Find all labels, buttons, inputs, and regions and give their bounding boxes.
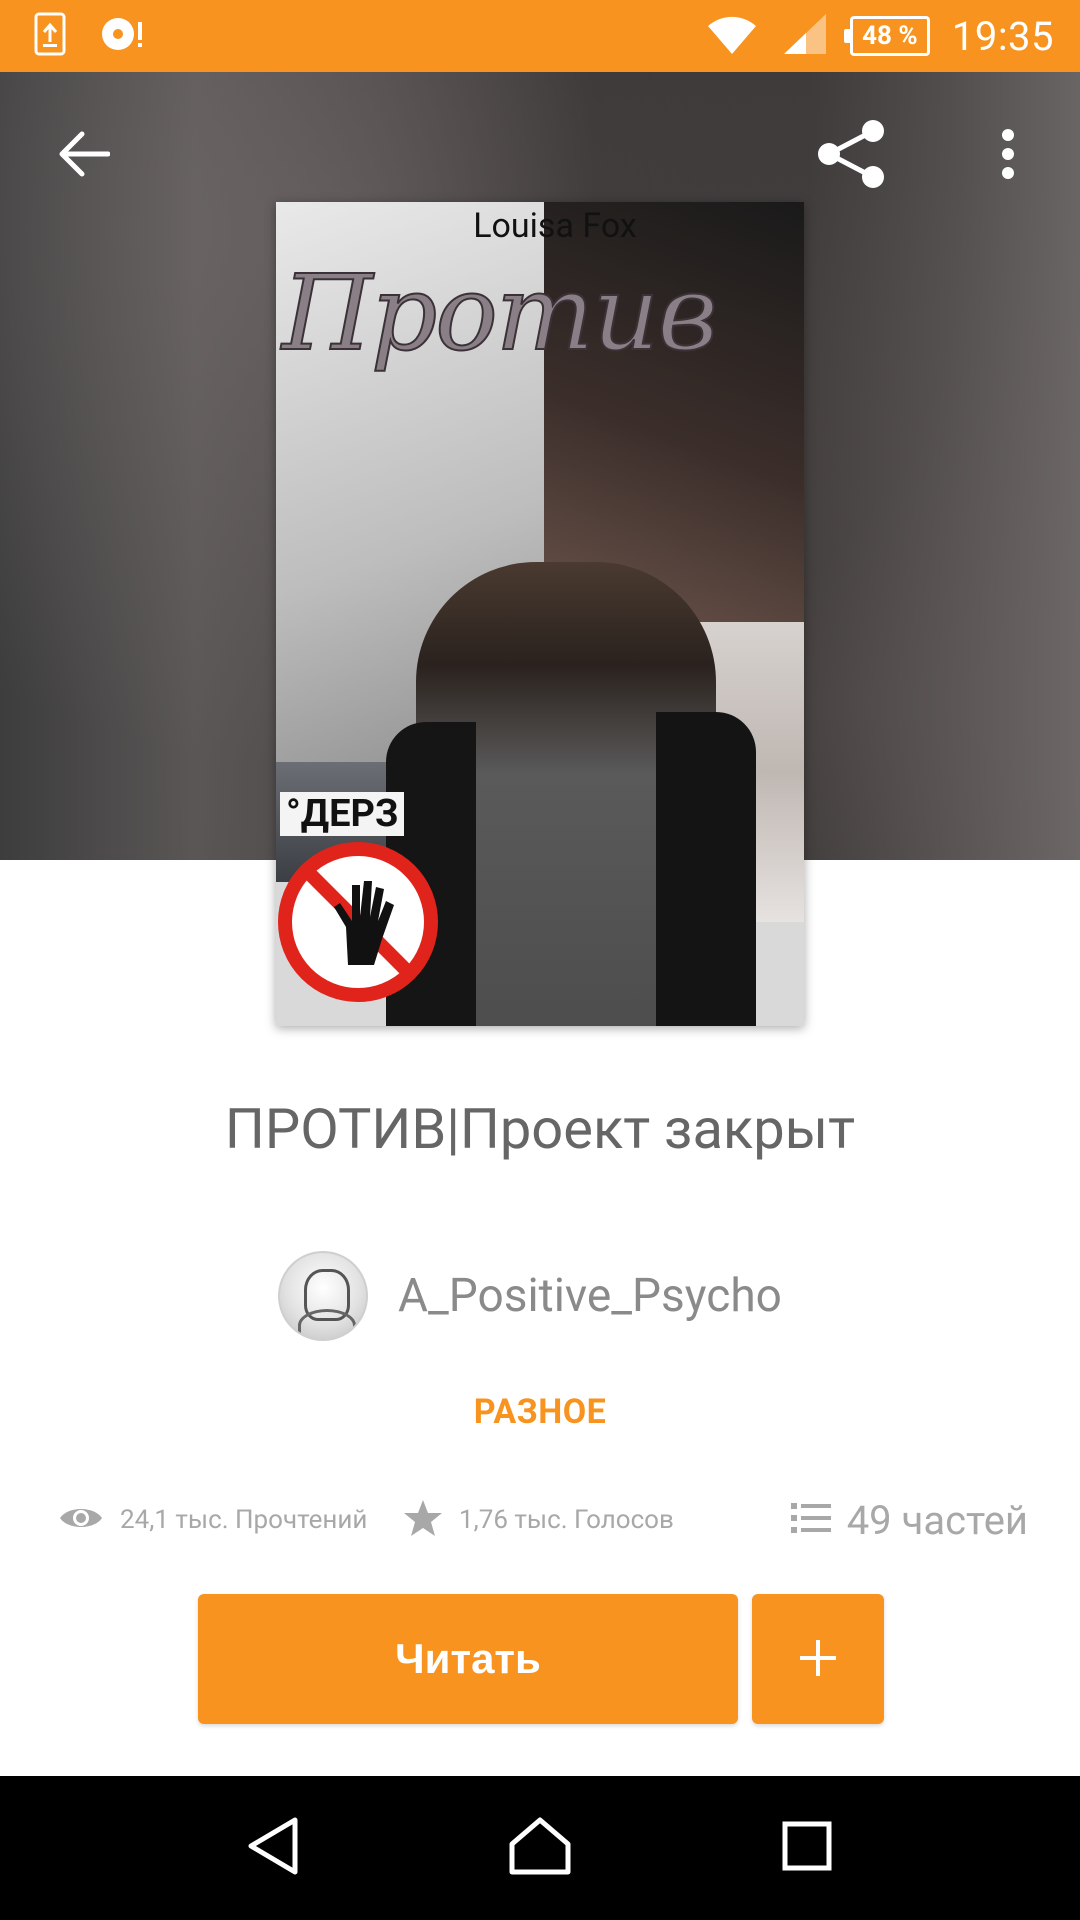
author-avatar[interactable] [278,1251,368,1341]
reads-stat: 24,1 тыс. Прочтений [58,1503,403,1537]
book-cover[interactable]: Louisa Fox Против °ДЕРЗ [276,202,804,1026]
arrow-left-icon [58,130,111,182]
triangle-back-icon [245,1816,301,1880]
share-icon [815,117,889,195]
category-label[interactable]: РАЗНОЕ [0,1392,1080,1432]
parts-stat[interactable]: 49 частей [790,1496,1028,1544]
votes-stat: 1,76 тыс. Голосов [403,1499,755,1541]
more-vertical-icon [1000,128,1016,184]
nav-recents-button[interactable] [752,1793,862,1903]
status-left-icons [34,12,146,60]
upload-notification-icon [34,12,66,60]
cover-art-jacket-right [656,712,756,1026]
star-icon [403,1499,443,1541]
cover-title-text: Против [281,251,719,375]
add-to-library-button[interactable] [752,1594,884,1724]
list-icon [790,1501,831,1539]
media-notification-icon [100,14,146,58]
status-right-area: 48 % 19:35 [704,10,1054,62]
book-title: ПРОТИВ|Проект закрыт [224,1096,856,1162]
parts-count: 49 частей [846,1496,1028,1544]
plus-icon [798,1638,838,1681]
system-navigation-bar [0,1776,1080,1920]
square-recents-icon [781,1820,833,1876]
stop-sign-icon [278,842,438,1002]
reads-count: 24,1 тыс. Прочтений [120,1505,368,1535]
back-button[interactable] [36,108,132,204]
stats-row: 24,1 тыс. Прочтений 1,76 тыс. Голосов 49… [58,1492,1028,1548]
action-buttons: Читать [198,1594,884,1724]
eye-icon [58,1503,104,1537]
battery-level: 48 % [862,21,918,51]
cell-signal-icon [782,12,828,60]
wifi-icon [704,12,760,60]
share-button[interactable] [804,108,900,204]
nav-home-button[interactable] [485,1793,595,1903]
read-button[interactable]: Читать [198,1594,738,1724]
home-icon [508,1816,572,1880]
status-bar: 48 % 19:35 [0,0,1080,72]
author-row[interactable]: A_Positive_Psycho [278,1248,782,1344]
author-name[interactable]: A_Positive_Psycho [398,1269,782,1323]
cover-author-text: Louisa Fox [473,206,637,246]
nav-back-button[interactable] [218,1793,328,1903]
votes-count: 1,76 тыс. Голосов [459,1505,674,1535]
clock: 19:35 [951,12,1054,60]
more-options-button[interactable] [960,108,1056,204]
cover-sign-text: °ДЕРЗ [280,792,405,836]
battery-indicator: 48 % [843,16,930,56]
